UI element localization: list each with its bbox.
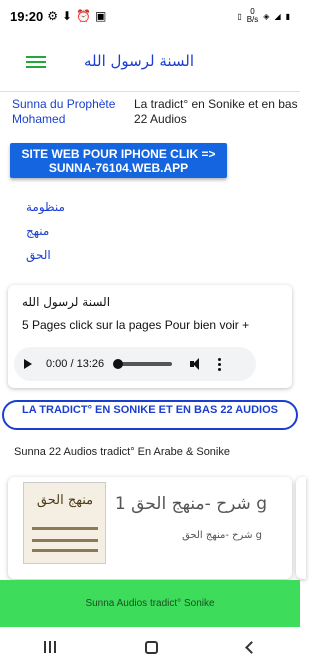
vibrate-icon: ▯ [237, 11, 242, 21]
back-icon[interactable] [244, 640, 258, 654]
cover-line [32, 539, 98, 542]
link-list: منظومة منهج الحق [26, 200, 65, 272]
wifi-icon: ◈ [263, 11, 270, 21]
status-icons: ⚙ ⬇ ⏰ ▣ [47, 9, 106, 23]
app-bar: السنة لرسول الله [0, 32, 300, 92]
status-icons-right: ▯ 0 B/s ◈ ◢ ▮ [237, 8, 290, 24]
list-item[interactable]: منهج الحق g شرح -منهج الحق 1 g شرح -منهج… [8, 477, 292, 579]
hamburger-menu-icon[interactable] [26, 55, 46, 68]
seek-slider[interactable] [113, 359, 173, 369]
cover-line [32, 527, 98, 530]
tradict-audios-button[interactable]: LA TRADICT° EN SONIKE ET EN BAS 22 AUDIO… [2, 400, 298, 430]
link-item[interactable]: الحق [26, 248, 65, 272]
status-time: 19:20 [10, 8, 44, 24]
cover-line [32, 549, 98, 552]
audio-card-subtitle[interactable]: 5 Pages click sur la pages Pour bien voi… [22, 318, 249, 332]
play-icon[interactable] [24, 359, 32, 369]
volume-icon[interactable] [190, 358, 204, 370]
header-left-text: Sunna du Prophète Mohamed [12, 97, 116, 126]
audio-card-title: السنة لرسول الله [22, 295, 111, 309]
signal-icon: ◢ [274, 11, 281, 21]
list-item-subtitle: g شرح -منهج الحق [182, 530, 262, 541]
thumb-title: منهج الحق [36, 493, 94, 508]
recent-apps-icon[interactable] [44, 641, 57, 653]
player-time: 0:00 / 13:26 [46, 358, 105, 370]
home-icon[interactable] [144, 640, 158, 654]
settings-icon: ⚙ [47, 9, 59, 23]
header-right-text: La tradict° en Sonike et en bas 22 Audio… [134, 97, 298, 126]
status-bar: 19:20 ⚙ ⬇ ⏰ ▣ ▯ 0 B/s ◈ ◢ ▮ [0, 0, 300, 32]
battery-icon: ▮ [285, 11, 290, 21]
link-item[interactable]: منهج [26, 224, 65, 248]
header-row: Sunna du Prophète Mohamed La tradict° en… [0, 97, 300, 129]
net-speed: 0 B/s [247, 8, 259, 24]
list-item-title: g شرح -منهج الحق 1 [114, 494, 267, 514]
audio-player: 0:00 / 13:26 [14, 347, 256, 381]
system-nav-bar [0, 627, 300, 667]
audio-card: السنة لرسول الله 5 Pages click sur la pa… [8, 285, 292, 388]
bottom-banner[interactable]: Sunna Audios tradict° Sonike [0, 580, 300, 627]
book-cover-thumbnail: منهج الحق [23, 482, 106, 564]
section-label: Sunna 22 Audios tradict° En Arabe & Soni… [14, 446, 230, 458]
download-icon: ⬇ [62, 9, 73, 23]
app-notification-icon: ▣ [95, 9, 107, 23]
next-list-item-edge[interactable] [296, 477, 306, 579]
app-title: السنة لرسول الله [84, 52, 195, 70]
link-item[interactable]: منظومة [26, 200, 65, 224]
net-speed-unit: B/s [246, 15, 259, 24]
seek-thumb[interactable] [113, 359, 124, 369]
alarm-icon: ⏰ [76, 9, 92, 23]
site-web-button[interactable]: SITE WEB POUR IPHONE CLIK => SUNNA-76104… [10, 143, 227, 178]
more-options-icon[interactable] [218, 357, 222, 371]
